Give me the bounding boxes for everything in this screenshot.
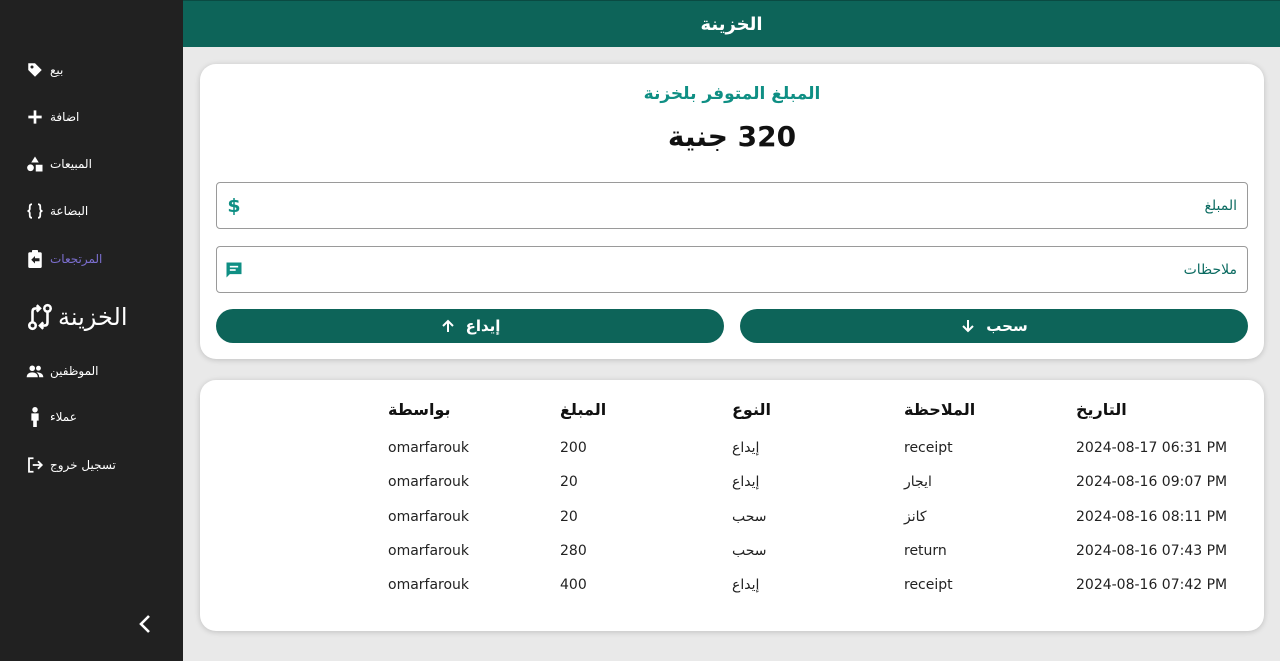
cell-note: ايجار <box>904 474 932 490</box>
withdraw-label: سحب <box>986 317 1028 335</box>
header-by: بواسطة <box>388 400 451 419</box>
available-label: المبلغ المتوفر بلخزنة <box>643 84 821 104</box>
cell-amount: 20 <box>560 509 578 525</box>
cell-amount: 20 <box>560 474 578 490</box>
sidebar-item-logout[interactable]: تسجيل خروج <box>26 456 116 474</box>
person-icon <box>26 407 44 427</box>
sidebar-item-employees[interactable]: الموظفين <box>26 362 99 380</box>
cell-by: omarfarouk <box>388 474 470 490</box>
git-compare-icon <box>26 302 54 332</box>
available-amount: 320 جنية <box>667 120 797 153</box>
plus-icon <box>26 108 44 126</box>
header-date: التاريخ <box>1076 400 1127 419</box>
users-icon <box>26 362 44 380</box>
top-bar: الخزينة <box>183 0 1280 47</box>
collapse-sidebar-button[interactable] <box>134 612 156 636</box>
comment-icon <box>223 259 245 281</box>
header-type: النوع <box>732 400 771 419</box>
cell-type: سحب <box>732 509 767 525</box>
sidebar-item-label: بيع <box>50 63 64 77</box>
cell-date: 2024-08-17 06:31 PM <box>1076 440 1228 456</box>
cell-note: receipt <box>904 440 953 456</box>
sidebar-item-label: المبيعات <box>50 157 92 171</box>
cell-by: omarfarouk <box>388 543 470 559</box>
clipboard-return-icon <box>26 250 44 268</box>
cell-note: receipt <box>904 577 953 593</box>
tag-icon <box>26 61 44 79</box>
sidebar: بيع اضافة المبيعات البضاعة المرتجعات الخ… <box>0 0 183 661</box>
sidebar-item-label: اضافة <box>50 110 80 124</box>
cell-date: 2024-08-16 07:42 PM <box>1076 577 1228 593</box>
table-row: omarfarouk 400 إيداع receipt 2024-08-16 … <box>200 577 1264 597</box>
withdraw-button[interactable]: سحب <box>740 309 1248 343</box>
deposit-label: إيداع <box>465 317 501 335</box>
chevron-left-icon <box>139 615 150 633</box>
cell-by: omarfarouk <box>388 577 470 593</box>
notes-input[interactable] <box>257 247 1237 292</box>
table-row: omarfarouk 200 إيداع receipt 2024-08-17 … <box>200 440 1264 460</box>
cell-date: 2024-08-16 08:11 PM <box>1076 509 1228 525</box>
header-note: الملاحظة <box>904 400 976 419</box>
transactions-table: بواسطة المبلغ النوع الملاحظة التاريخ oma… <box>200 380 1264 631</box>
braces-icon <box>26 202 44 220</box>
sidebar-item-treasury[interactable]: الخزينة <box>26 302 128 332</box>
cell-amount: 200 <box>560 440 587 456</box>
cell-date: 2024-08-16 07:43 PM <box>1076 543 1228 559</box>
sidebar-item-label: تسجيل خروج <box>50 458 116 472</box>
sidebar-item-sales[interactable]: المبيعات <box>26 155 92 173</box>
sidebar-item-label: عملاء <box>50 410 77 424</box>
arrow-down-icon <box>960 318 976 334</box>
sidebar-item-label: الخزينة <box>58 303 128 331</box>
table-row: omarfarouk 280 سحب return 2024-08-16 07:… <box>200 543 1264 563</box>
deposit-button[interactable]: إيداع <box>216 309 724 343</box>
table-row: omarfarouk 20 إيداع ايجار 2024-08-16 09:… <box>200 474 1264 494</box>
notes-field[interactable] <box>216 246 1248 293</box>
treasury-card: المبلغ المتوفر بلخزنة 320 جنية $ إيداع س… <box>200 64 1264 359</box>
sidebar-item-customers[interactable]: عملاء <box>26 407 77 427</box>
arrow-up-icon <box>440 318 456 334</box>
header-amount: المبلغ <box>560 400 607 419</box>
cell-date: 2024-08-16 09:07 PM <box>1076 474 1228 490</box>
table-row: omarfarouk 20 سحب كانز 2024-08-16 08:11 … <box>200 509 1264 529</box>
sidebar-item-label: المرتجعات <box>50 252 103 266</box>
cell-note: return <box>904 543 947 559</box>
cell-amount: 280 <box>560 543 587 559</box>
sidebar-item-goods[interactable]: البضاعة <box>26 202 88 220</box>
sidebar-item-label: البضاعة <box>50 204 89 218</box>
cell-type: إيداع <box>732 474 760 490</box>
page-title: الخزينة <box>700 13 763 35</box>
sidebar-item-returns[interactable]: المرتجعات <box>26 250 102 268</box>
sidebar-item-sell[interactable]: بيع <box>26 61 63 79</box>
cell-by: omarfarouk <box>388 440 470 456</box>
cell-note: كانز <box>904 509 927 525</box>
dollar-icon: $ <box>227 195 241 217</box>
shapes-icon <box>26 155 44 173</box>
sidebar-item-label: الموظفين <box>50 364 99 378</box>
amount-input[interactable] <box>257 183 1237 228</box>
cell-amount: 400 <box>560 577 587 593</box>
cell-type: إيداع <box>732 440 760 456</box>
sidebar-item-add[interactable]: اضافة <box>26 108 79 126</box>
cell-type: سحب <box>732 543 767 559</box>
amount-field[interactable]: $ <box>216 182 1248 229</box>
table-header: بواسطة المبلغ النوع الملاحظة التاريخ <box>200 400 1264 420</box>
cell-by: omarfarouk <box>388 509 470 525</box>
logout-icon <box>26 456 44 474</box>
cell-type: إيداع <box>732 577 760 593</box>
